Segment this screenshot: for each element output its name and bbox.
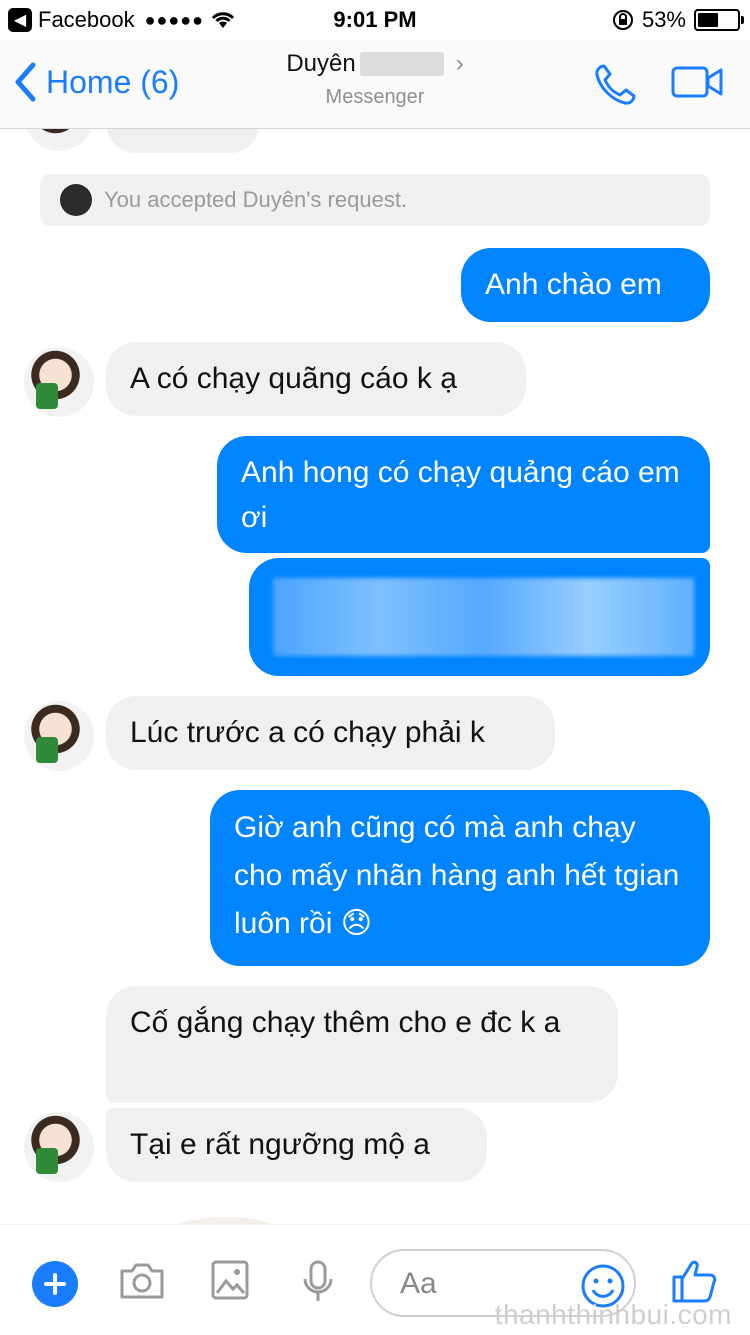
redacted-content	[273, 578, 694, 656]
message-list[interactable]: You accepted Duyên's request. Anh chào e…	[0, 129, 750, 1224]
contact-avatar[interactable]	[24, 701, 94, 771]
redacted-surname	[359, 52, 444, 76]
contact-avatar-partial	[24, 129, 94, 151]
phone-call-icon[interactable]	[592, 62, 638, 108]
battery-percent: 53%	[641, 7, 686, 32]
product-jar	[36, 383, 58, 409]
message-text: A có chạy quãng cáo k ạ	[130, 362, 457, 395]
contact-avatar[interactable]	[24, 1112, 94, 1182]
contact-name[interactable]: Duyên	[286, 50, 355, 78]
chevron-right-icon: ›	[455, 50, 464, 77]
message-bubble[interactable]: A có chạy quãng cáo k ạ	[106, 342, 526, 416]
message-text: Lúc trước a có chạy phải k	[130, 716, 485, 749]
message-bubble[interactable]: Anh hong có chạy quảng cáo em ơi	[217, 436, 710, 553]
watermark-text: thanhthinhbui.com	[494, 1299, 732, 1330]
video-call-icon[interactable]	[670, 62, 724, 102]
status-right: 53%	[612, 7, 744, 33]
message-text: Cố gắng chạy thêm cho e đc k a	[130, 1006, 561, 1039]
message-bubble[interactable]: Tại e rất ngưỡng mộ a	[106, 1108, 487, 1182]
message-bubble[interactable]: Lúc trước a có chạy phải k	[106, 696, 555, 770]
message-text: Giờ anh cũng có mà anh chạy cho mấy nhãn…	[234, 811, 680, 940]
thumbs-up-icon[interactable]	[670, 1257, 718, 1305]
notice-text: You accepted Duyên's request.	[104, 187, 408, 212]
photo-gallery-icon[interactable]	[210, 1259, 250, 1301]
battery-level	[698, 13, 719, 27]
message-text: Tại e rất ngưỡng mộ a	[130, 1128, 430, 1161]
message-bubble-redacted[interactable]	[249, 558, 710, 676]
user-avatar	[60, 184, 92, 216]
message-text: Anh chào em	[485, 268, 662, 301]
next-item-partial	[170, 1217, 280, 1224]
status-bar: ◀ Facebook ●●●●● 9:01 PM 53%	[0, 0, 750, 40]
plus-icon	[44, 1273, 66, 1295]
message-composer: Aa thanhthinhbui.com	[0, 1224, 750, 1335]
battery-icon	[694, 9, 744, 31]
nav-actions	[592, 62, 724, 108]
rotation-lock-icon	[612, 10, 633, 30]
microphone-icon[interactable]	[300, 1259, 336, 1305]
product-jar	[36, 737, 58, 763]
product-jar	[36, 1148, 58, 1174]
message-bubble[interactable]: Anh chào em	[461, 248, 710, 322]
more-options-button[interactable]	[32, 1261, 78, 1307]
message-bubble[interactable]: Cố gắng chạy thêm cho e đc k a	[106, 986, 618, 1103]
camera-icon[interactable]	[118, 1259, 166, 1301]
message-bubble[interactable]: Giờ anh cũng có mà anh chạy cho mấy nhãn…	[210, 790, 710, 966]
message-text: Anh hong có chạy quảng cáo em ơi	[241, 456, 680, 534]
contact-avatar[interactable]	[24, 347, 94, 417]
navigation-bar: Home (6) Duyên › Messenger	[0, 40, 750, 129]
message-bubble-partial	[106, 129, 260, 153]
request-accepted-notice: You accepted Duyên's request.	[40, 174, 710, 226]
